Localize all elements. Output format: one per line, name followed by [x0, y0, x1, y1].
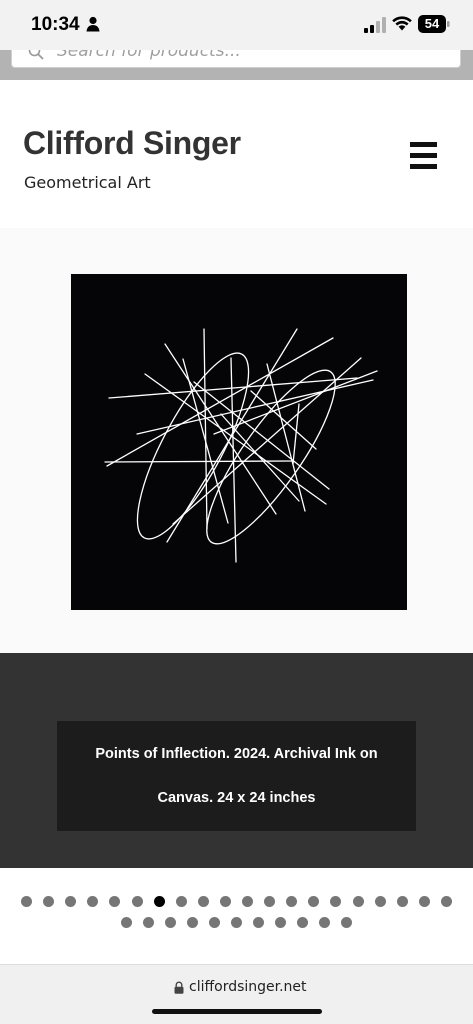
slider-dot[interactable]	[418, 896, 430, 907]
slider-dot[interactable]	[319, 917, 331, 928]
slider-dot[interactable]	[87, 896, 99, 907]
slider-dot[interactable]	[142, 917, 154, 928]
slider-dot[interactable]	[109, 896, 121, 907]
slider-dot[interactable]	[175, 896, 187, 907]
search-box[interactable]	[11, 50, 461, 68]
slider-dot[interactable]	[374, 896, 386, 907]
search-icon	[28, 50, 44, 60]
slider-dot[interactable]	[164, 917, 176, 928]
dot-row-1	[0, 896, 473, 907]
slider-dot[interactable]	[197, 896, 209, 907]
status-bar: 10:34 54	[0, 0, 473, 50]
page: 10:34 54 Clifford Singe	[0, 0, 473, 1024]
slider-dot[interactable]	[308, 896, 320, 907]
site-header: Clifford Singer Geometrical Art	[0, 80, 473, 228]
slider-dot[interactable]	[253, 917, 265, 928]
browser-address-bar[interactable]: cliffordsinger.net	[0, 964, 473, 1024]
artwork-drawing	[104, 328, 378, 563]
status-time: 10:34	[31, 14, 80, 35]
caption-area: Points of Inflection. 2024. Archival Ink…	[0, 653, 473, 888]
slider-dot[interactable]	[396, 896, 408, 907]
wifi-icon	[392, 16, 412, 31]
slider-dot[interactable]	[186, 917, 198, 928]
menu-bar	[410, 153, 437, 158]
home-indicator	[152, 1009, 322, 1014]
slider-dot[interactable]	[131, 896, 143, 907]
slider-dot-active[interactable]	[153, 896, 165, 907]
artwork-image[interactable]	[71, 274, 407, 610]
url-text[interactable]: cliffordsinger.net	[189, 979, 307, 995]
slider-dot[interactable]	[440, 896, 452, 907]
site-title[interactable]: Clifford Singer	[23, 125, 241, 162]
slider-dot[interactable]	[286, 896, 298, 907]
artwork-caption: Points of Inflection. 2024. Archival Ink…	[95, 746, 378, 806]
slider-dot[interactable]	[330, 896, 342, 907]
caption-box: Points of Inflection. 2024. Archival Ink…	[57, 721, 416, 831]
slider-dot[interactable]	[275, 917, 287, 928]
search-input[interactable]	[57, 50, 437, 62]
slider-dot[interactable]	[341, 917, 353, 928]
person-icon	[86, 16, 100, 32]
slider-dot[interactable]	[242, 896, 254, 907]
slider-dot[interactable]	[65, 896, 77, 907]
slider-dot[interactable]	[43, 896, 55, 907]
lock-icon	[174, 981, 184, 994]
artwork-area	[0, 228, 473, 653]
slider-dot[interactable]	[231, 917, 242, 928]
hamburger-menu-icon[interactable]	[410, 142, 437, 170]
slider-dot[interactable]	[120, 917, 132, 928]
slider-dot[interactable]	[352, 896, 364, 907]
slider-dot[interactable]	[219, 896, 231, 907]
dot-row-2	[0, 917, 473, 928]
site-tagline: Geometrical Art	[24, 173, 151, 192]
menu-bar	[410, 164, 437, 169]
slider-dot[interactable]	[208, 917, 220, 928]
menu-bar	[410, 142, 437, 147]
slider-dots-area	[0, 868, 473, 964]
signal-icon	[364, 17, 386, 33]
battery-level: 54	[424, 16, 440, 31]
slider-dot[interactable]	[297, 917, 309, 928]
slider-dot[interactable]	[264, 896, 276, 907]
slider-dot[interactable]	[21, 896, 33, 907]
